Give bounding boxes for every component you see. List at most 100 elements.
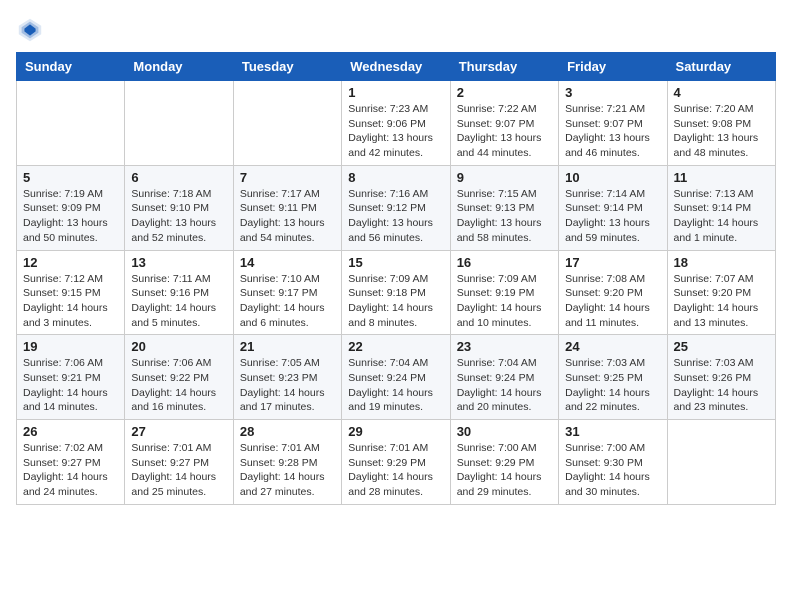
day-info: Sunrise: 7:23 AM Sunset: 9:06 PM Dayligh… (348, 102, 443, 161)
day-number: 26 (23, 424, 118, 439)
day-info: Sunrise: 7:04 AM Sunset: 9:24 PM Dayligh… (457, 356, 552, 415)
calendar-cell: 2 Sunrise: 7:22 AM Sunset: 9:07 PM Daylig… (450, 81, 558, 166)
calendar-cell: 22 Sunrise: 7:04 AM Sunset: 9:24 PM Dayli… (342, 335, 450, 420)
calendar-cell (667, 420, 775, 505)
day-number: 14 (240, 255, 335, 270)
day-number: 13 (131, 255, 226, 270)
day-info: Sunrise: 7:12 AM Sunset: 9:15 PM Dayligh… (23, 272, 118, 331)
day-number: 2 (457, 85, 552, 100)
calendar-cell: 23Sunrise: 7:04 AM Sunset: 9:24 PM Dayli… (450, 335, 558, 420)
calendar-cell: 24Sunrise: 7:03 AM Sunset: 9:25 PM Dayli… (559, 335, 667, 420)
weekday-header-row: SundayMondayTuesdayWednesdayThursdayFrid… (17, 53, 776, 81)
calendar-cell: 29 Sunrise: 7:01 AM Sunset: 9:29 PM Dayli… (342, 420, 450, 505)
day-info: Sunrise: 7:04 AM Sunset: 9:24 PM Dayligh… (348, 356, 443, 415)
weekday-header-thursday: Thursday (450, 53, 558, 81)
day-info: Sunrise: 7:19 AM Sunset: 9:09 PM Dayligh… (23, 187, 118, 246)
week-row-2: 5Sunrise: 7:19 AM Sunset: 9:09 PM Daylig… (17, 165, 776, 250)
day-number: 20 (131, 339, 226, 354)
calendar-cell: 15 Sunrise: 7:09 AM Sunset: 9:18 PM Dayli… (342, 250, 450, 335)
calendar-cell: 10Sunrise: 7:14 AM Sunset: 9:14 PM Dayli… (559, 165, 667, 250)
day-number: 22 (348, 339, 443, 354)
day-number: 16 (457, 255, 552, 270)
week-row-3: 12 Sunrise: 7:12 AM Sunset: 9:15 PM Dayli… (17, 250, 776, 335)
calendar-cell: 18 Sunrise: 7:07 AM Sunset: 9:20 PM Dayli… (667, 250, 775, 335)
weekday-header-monday: Monday (125, 53, 233, 81)
day-number: 29 (348, 424, 443, 439)
calendar-cell: 14 Sunrise: 7:10 AM Sunset: 9:17 PM Dayli… (233, 250, 341, 335)
day-number: 4 (674, 85, 769, 100)
calendar-cell (233, 81, 341, 166)
calendar-cell: 25 Sunrise: 7:03 AM Sunset: 9:26 PM Dayli… (667, 335, 775, 420)
day-number: 1 (348, 85, 443, 100)
calendar-cell: 30Sunrise: 7:00 AM Sunset: 9:29 PM Dayli… (450, 420, 558, 505)
day-info: Sunrise: 7:08 AM Sunset: 9:20 PM Dayligh… (565, 272, 660, 331)
day-info: Sunrise: 7:00 AM Sunset: 9:30 PM Dayligh… (565, 441, 660, 500)
weekday-header-friday: Friday (559, 53, 667, 81)
day-info: Sunrise: 7:06 AM Sunset: 9:22 PM Dayligh… (131, 356, 226, 415)
calendar-cell: 11 Sunrise: 7:13 AM Sunset: 9:14 PM Dayli… (667, 165, 775, 250)
day-number: 21 (240, 339, 335, 354)
day-number: 24 (565, 339, 660, 354)
calendar-cell: 6 Sunrise: 7:18 AM Sunset: 9:10 PM Daylig… (125, 165, 233, 250)
calendar-cell: 1 Sunrise: 7:23 AM Sunset: 9:06 PM Daylig… (342, 81, 450, 166)
day-number: 27 (131, 424, 226, 439)
day-number: 31 (565, 424, 660, 439)
day-number: 7 (240, 170, 335, 185)
day-info: Sunrise: 7:10 AM Sunset: 9:17 PM Dayligh… (240, 272, 335, 331)
week-row-4: 19Sunrise: 7:06 AM Sunset: 9:21 PM Dayli… (17, 335, 776, 420)
day-info: Sunrise: 7:01 AM Sunset: 9:28 PM Dayligh… (240, 441, 335, 500)
calendar-cell: 16Sunrise: 7:09 AM Sunset: 9:19 PM Dayli… (450, 250, 558, 335)
day-info: Sunrise: 7:17 AM Sunset: 9:11 PM Dayligh… (240, 187, 335, 246)
day-number: 17 (565, 255, 660, 270)
day-info: Sunrise: 7:11 AM Sunset: 9:16 PM Dayligh… (131, 272, 226, 331)
day-info: Sunrise: 7:22 AM Sunset: 9:07 PM Dayligh… (457, 102, 552, 161)
calendar-cell: 7 Sunrise: 7:17 AM Sunset: 9:11 PM Daylig… (233, 165, 341, 250)
calendar-cell: 3Sunrise: 7:21 AM Sunset: 9:07 PM Daylig… (559, 81, 667, 166)
weekday-header-saturday: Saturday (667, 53, 775, 81)
day-info: Sunrise: 7:14 AM Sunset: 9:14 PM Dayligh… (565, 187, 660, 246)
calendar-cell: 31 Sunrise: 7:00 AM Sunset: 9:30 PM Dayli… (559, 420, 667, 505)
calendar-cell: 28 Sunrise: 7:01 AM Sunset: 9:28 PM Dayli… (233, 420, 341, 505)
day-info: Sunrise: 7:21 AM Sunset: 9:07 PM Dayligh… (565, 102, 660, 161)
day-info: Sunrise: 7:15 AM Sunset: 9:13 PM Dayligh… (457, 187, 552, 246)
calendar-cell: 27 Sunrise: 7:01 AM Sunset: 9:27 PM Dayli… (125, 420, 233, 505)
day-number: 25 (674, 339, 769, 354)
calendar-table: SundayMondayTuesdayWednesdayThursdayFrid… (16, 52, 776, 505)
calendar-cell: 20 Sunrise: 7:06 AM Sunset: 9:22 PM Dayli… (125, 335, 233, 420)
calendar-cell: 8Sunrise: 7:16 AM Sunset: 9:12 PM Daylig… (342, 165, 450, 250)
calendar-cell: 13 Sunrise: 7:11 AM Sunset: 9:16 PM Dayli… (125, 250, 233, 335)
day-info: Sunrise: 7:18 AM Sunset: 9:10 PM Dayligh… (131, 187, 226, 246)
day-number: 6 (131, 170, 226, 185)
calendar-cell: 12 Sunrise: 7:12 AM Sunset: 9:15 PM Dayli… (17, 250, 125, 335)
day-number: 28 (240, 424, 335, 439)
calendar-cell: 9 Sunrise: 7:15 AM Sunset: 9:13 PM Daylig… (450, 165, 558, 250)
day-info: Sunrise: 7:03 AM Sunset: 9:26 PM Dayligh… (674, 356, 769, 415)
logo (16, 16, 48, 44)
calendar-cell: 26 Sunrise: 7:02 AM Sunset: 9:27 PM Dayli… (17, 420, 125, 505)
calendar-cell: 21 Sunrise: 7:05 AM Sunset: 9:23 PM Dayli… (233, 335, 341, 420)
day-number: 11 (674, 170, 769, 185)
day-info: Sunrise: 7:07 AM Sunset: 9:20 PM Dayligh… (674, 272, 769, 331)
week-row-1: 1 Sunrise: 7:23 AM Sunset: 9:06 PM Daylig… (17, 81, 776, 166)
day-info: Sunrise: 7:09 AM Sunset: 9:18 PM Dayligh… (348, 272, 443, 331)
day-number: 12 (23, 255, 118, 270)
day-number: 9 (457, 170, 552, 185)
week-row-5: 26 Sunrise: 7:02 AM Sunset: 9:27 PM Dayli… (17, 420, 776, 505)
calendar-cell: 17 Sunrise: 7:08 AM Sunset: 9:20 PM Dayli… (559, 250, 667, 335)
day-info: Sunrise: 7:02 AM Sunset: 9:27 PM Dayligh… (23, 441, 118, 500)
day-info: Sunrise: 7:01 AM Sunset: 9:27 PM Dayligh… (131, 441, 226, 500)
weekday-header-tuesday: Tuesday (233, 53, 341, 81)
day-info: Sunrise: 7:20 AM Sunset: 9:08 PM Dayligh… (674, 102, 769, 161)
day-info: Sunrise: 7:00 AM Sunset: 9:29 PM Dayligh… (457, 441, 552, 500)
calendar-cell: 5Sunrise: 7:19 AM Sunset: 9:09 PM Daylig… (17, 165, 125, 250)
calendar-cell: 19Sunrise: 7:06 AM Sunset: 9:21 PM Dayli… (17, 335, 125, 420)
day-info: Sunrise: 7:13 AM Sunset: 9:14 PM Dayligh… (674, 187, 769, 246)
weekday-header-sunday: Sunday (17, 53, 125, 81)
day-info: Sunrise: 7:01 AM Sunset: 9:29 PM Dayligh… (348, 441, 443, 500)
calendar-cell (17, 81, 125, 166)
day-info: Sunrise: 7:06 AM Sunset: 9:21 PM Dayligh… (23, 356, 118, 415)
day-number: 18 (674, 255, 769, 270)
day-number: 8 (348, 170, 443, 185)
day-number: 15 (348, 255, 443, 270)
day-info: Sunrise: 7:05 AM Sunset: 9:23 PM Dayligh… (240, 356, 335, 415)
